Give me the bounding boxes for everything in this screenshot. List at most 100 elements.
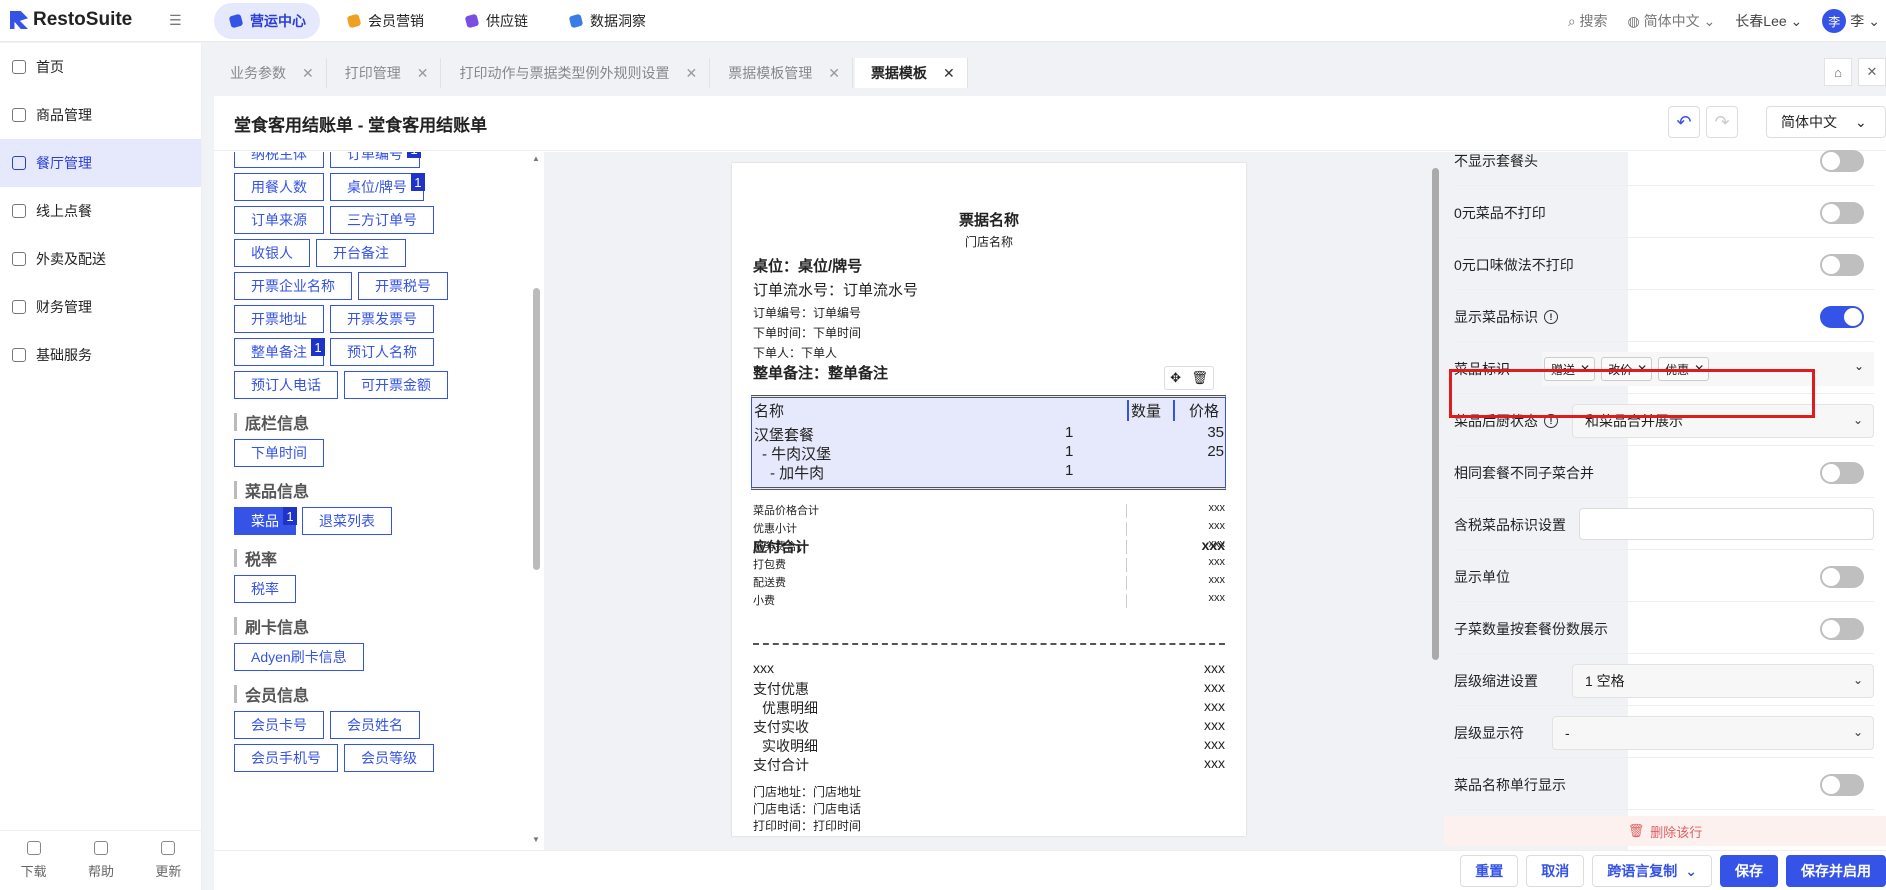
setting-select[interactable]: - ⌄ bbox=[1552, 716, 1874, 750]
home-tab-icon[interactable]: ⌂ bbox=[1824, 58, 1852, 86]
sidebar-bottom-button[interactable]: 更新 bbox=[155, 841, 181, 880]
field-tag[interactable]: 开台备注 bbox=[316, 239, 406, 267]
field-tag[interactable]: 预订人电话 bbox=[234, 371, 338, 399]
field-tag[interactable]: 下单时间 bbox=[234, 439, 324, 467]
trash-icon[interactable]: 🗑 bbox=[1191, 370, 1208, 386]
topnav-item[interactable]: 供应链 bbox=[450, 3, 542, 39]
sidebar-bottom-button[interactable]: 帮助 bbox=[88, 841, 114, 880]
sidebar-item[interactable]: 线上点餐 bbox=[0, 187, 201, 235]
footer-button[interactable]: 重置 bbox=[1460, 855, 1519, 887]
move-icon[interactable]: ✥ bbox=[1170, 370, 1181, 386]
field-tag[interactable]: 开票企业名称 bbox=[234, 272, 352, 300]
footer-button[interactable]: 保存并启用 bbox=[1786, 855, 1886, 887]
setting-toggle[interactable] bbox=[1820, 461, 1864, 484]
footer-button[interactable]: 取消 bbox=[1526, 855, 1585, 887]
close-icon[interactable]: ✕ bbox=[943, 65, 955, 82]
dish-table-block[interactable]: 名称 数量 价格 汉堡套餐 1 35 - 牛肉汉堡 1 25 - 加牛肉 1 bbox=[751, 395, 1226, 490]
setting-toggle[interactable] bbox=[1820, 617, 1864, 640]
field-palette-scrollbar[interactable]: ▲ ▼ bbox=[532, 154, 540, 844]
page-tab[interactable]: 业务参数 ✕ bbox=[214, 58, 327, 88]
ticket-language-select[interactable]: 简体中文 ⌄ bbox=[1766, 106, 1886, 138]
sidebar-item[interactable]: 首页 bbox=[0, 43, 201, 91]
field-tag[interactable]: 订单编号 1 bbox=[330, 152, 421, 168]
field-tag[interactable]: 开票发票号 bbox=[330, 305, 434, 333]
field-tag[interactable]: 会员等级 bbox=[344, 744, 434, 772]
setting-toggle[interactable] bbox=[1820, 773, 1864, 796]
topnav-item[interactable]: 会员营销 bbox=[332, 3, 438, 39]
setting-toggle[interactable] bbox=[1820, 305, 1864, 328]
info-icon[interactable]: ! bbox=[1544, 309, 1558, 324]
page-tab[interactable]: 打印管理 ✕ bbox=[328, 58, 442, 88]
field-tag[interactable]: 整单备注 1 bbox=[234, 338, 325, 366]
sidebar-bottom-button[interactable]: 下载 bbox=[21, 841, 47, 880]
close-icon[interactable]: ✕ bbox=[302, 65, 314, 82]
field-tag[interactable]: Adyen刷卡信息 bbox=[234, 643, 364, 671]
app-logo[interactable]: RestoSuite bbox=[10, 9, 132, 31]
undo-button[interactable]: ↶ bbox=[1668, 106, 1700, 138]
scroll-thumb[interactable] bbox=[1432, 168, 1439, 660]
setting-select[interactable]: 1 空格 ⌄ bbox=[1572, 664, 1874, 698]
sidebar-item[interactable]: 财务管理 bbox=[0, 283, 201, 331]
field-tag[interactable]: 桌位/牌号 1 bbox=[330, 173, 425, 201]
canvas-scrollbar[interactable] bbox=[1432, 154, 1440, 844]
close-icon[interactable]: ✕ bbox=[685, 65, 697, 82]
scroll-up-icon[interactable]: ▲ bbox=[532, 154, 540, 163]
footer-button[interactable]: 保存 bbox=[1720, 855, 1778, 887]
footer-button[interactable]: 跨语言复制 ⌄ bbox=[1592, 855, 1712, 887]
setting-toggle[interactable] bbox=[1820, 565, 1864, 588]
delete-row-button[interactable]: 🗑 删除该行 bbox=[1444, 816, 1886, 846]
setting-toggle[interactable] bbox=[1820, 253, 1864, 276]
field-tag[interactable]: 三方订单号 bbox=[330, 206, 434, 234]
summary-table[interactable]: 菜品价格合计 xxx 优惠小计 xxx 服务费合计 xxx 打包费 xxx 配送费 xxx 小费 xx… bbox=[753, 502, 1225, 610]
ticket-orderer-line[interactable]: 下单人：下单人 bbox=[753, 344, 837, 361]
sidebar-item[interactable]: 基础服务 bbox=[0, 331, 201, 379]
field-tag[interactable]: 开票税号 bbox=[358, 272, 448, 300]
ticket-name[interactable]: 票据名称 bbox=[732, 209, 1246, 230]
page-tab[interactable]: 打印动作与票据类型例外规则设置 ✕ bbox=[443, 58, 711, 88]
sidebar-bottom: 下载 帮助 更新 bbox=[0, 830, 202, 890]
setting-toggle[interactable] bbox=[1820, 150, 1864, 172]
sidebar-item[interactable]: 外卖及配送 bbox=[0, 235, 201, 283]
collapse-menu-icon[interactable]: ☰ bbox=[169, 12, 185, 28]
close-icon[interactable]: ✕ bbox=[828, 65, 840, 82]
field-tag[interactable]: 退菜列表 bbox=[302, 507, 392, 535]
field-tag[interactable]: 纳税主体 bbox=[234, 152, 324, 168]
ticket-order-time-line[interactable]: 下单时间：下单时间 bbox=[753, 324, 861, 341]
field-tag[interactable]: 税率 bbox=[234, 575, 296, 603]
field-tag[interactable]: 会员手机号 bbox=[234, 744, 338, 772]
close-all-tabs-icon[interactable]: ✕ bbox=[1858, 58, 1886, 86]
field-tag[interactable]: 预订人名称 bbox=[330, 338, 434, 366]
language-selector[interactable]: ◍ 简体中文 ⌄ bbox=[1628, 11, 1716, 31]
field-tag[interactable]: 会员卡号 bbox=[234, 711, 324, 739]
redo-button[interactable]: ↷ bbox=[1706, 106, 1738, 138]
page-tab[interactable]: 票据模板 ✕ bbox=[854, 58, 968, 88]
scroll-thumb[interactable] bbox=[533, 288, 540, 570]
store-selector[interactable]: 长春Lee ⌄ bbox=[1735, 11, 1802, 31]
ticket-table-line[interactable]: 桌位：桌位/牌号 bbox=[753, 255, 862, 276]
field-tag[interactable]: 用餐人数 bbox=[234, 173, 324, 201]
field-tag-label: 收银人 bbox=[251, 245, 293, 261]
field-tag[interactable]: 收银人 bbox=[234, 239, 310, 267]
topnav-item[interactable]: 营运中心 bbox=[214, 3, 320, 39]
search-button[interactable]: ⌕ 搜索 bbox=[1568, 11, 1608, 31]
setting-input[interactable] bbox=[1579, 508, 1874, 540]
field-tag[interactable]: 开票地址 bbox=[234, 305, 324, 333]
sidebar-item-label: 线上点餐 bbox=[36, 203, 92, 219]
topnav-item[interactable]: 数据洞察 bbox=[554, 3, 660, 39]
summary-separator bbox=[1126, 558, 1127, 572]
ticket-remark-line[interactable]: 整单备注：整单备注 bbox=[753, 362, 888, 383]
field-tag[interactable]: 订单来源 bbox=[234, 206, 324, 234]
field-tag[interactable]: 会员姓名 bbox=[330, 711, 420, 739]
close-icon[interactable]: ✕ bbox=[417, 65, 429, 82]
page-tab[interactable]: 票据模板管理 ✕ bbox=[712, 58, 853, 88]
ticket-serial-line[interactable]: 订单流水号：订单流水号 bbox=[753, 279, 918, 300]
ticket-order-no-line[interactable]: 订单编号：订单编号 bbox=[753, 304, 861, 321]
sidebar-item[interactable]: 商品管理 bbox=[0, 91, 201, 139]
user-menu[interactable]: 李李 ⌄ bbox=[1822, 9, 1880, 33]
setting-toggle[interactable] bbox=[1820, 201, 1864, 224]
sidebar-item[interactable]: 餐厅管理 bbox=[0, 139, 201, 187]
ticket-store-name[interactable]: 门店名称 bbox=[732, 233, 1246, 250]
field-tag[interactable]: 可开票金额 bbox=[344, 371, 448, 399]
scroll-down-icon[interactable]: ▼ bbox=[532, 835, 540, 844]
field-tag[interactable]: 菜品 1 bbox=[234, 507, 297, 535]
